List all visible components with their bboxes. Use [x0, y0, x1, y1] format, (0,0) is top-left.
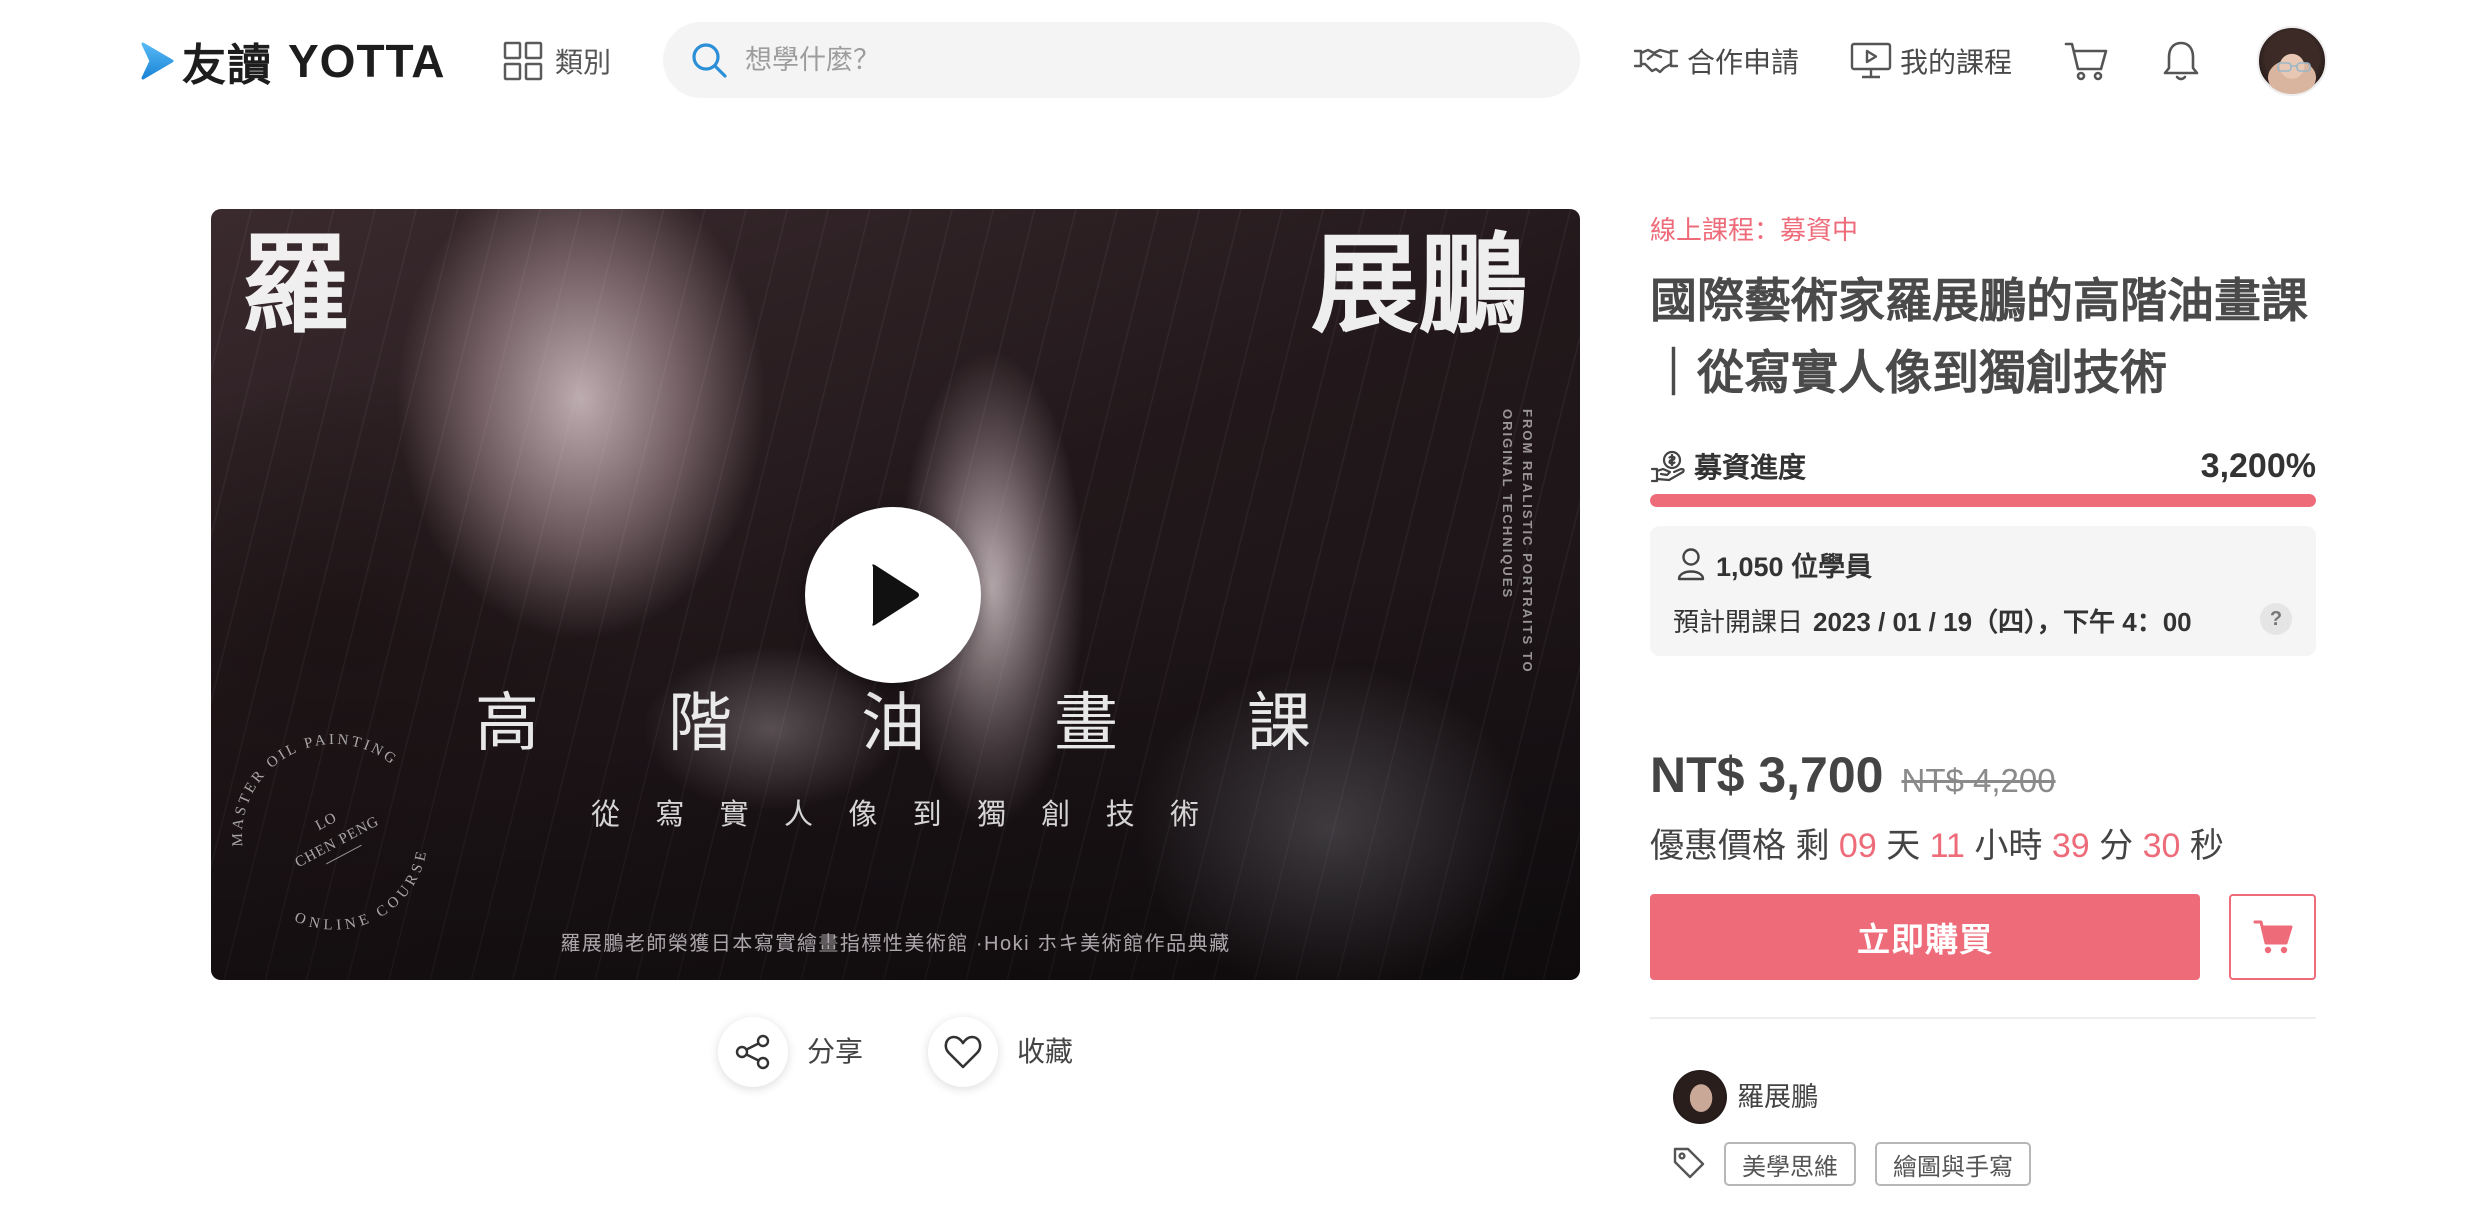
original-price: NT$ 4,200 — [1901, 762, 2056, 799]
my-courses-label: 我的課程 — [1900, 47, 2013, 78]
video-side-text-line: ORIGINAL TECHNIQUES — [1500, 409, 1515, 600]
video-main-title-char: 高 — [475, 688, 539, 759]
video-subtitle-char: 人 — [783, 799, 813, 831]
course-title: 國際藝術家羅展鵬的高階油畫課｜從寫實人像到獨創技術 — [1650, 274, 2308, 399]
video-title-right: 展鵬 — [1311, 227, 1528, 346]
countdown-label: 優惠價格 剩 — [1650, 827, 1830, 865]
funding-percent: 3,200% — [2200, 446, 2316, 485]
start-date-label: 預計開課日 — [1673, 606, 1804, 637]
share-label[interactable]: 分享 — [807, 1034, 863, 1070]
course-info-box: 1,050 位學員 預計開課日 2023 / 01 / 19（四），下午 4：0… — [1650, 526, 2316, 656]
tag-chip[interactable]: 美學思維 — [1724, 1142, 1856, 1186]
course-status: 線上課程：募資中 — [1650, 215, 1859, 245]
countdown-days-unit: 天 — [1886, 827, 1921, 865]
discount-countdown: 優惠價格 剩 09 天 11 小時 39 分 30 秒 — [1650, 826, 2224, 866]
partner-apply-link[interactable]: 合作申請 — [1633, 40, 1799, 82]
course-video-player[interactable]: 羅 展鵬 FROM REALISTIC PORTRAITS TO ORIGINA… — [211, 209, 1580, 980]
funding-progress-row: 募資進度 3,200% — [1650, 446, 2316, 486]
video-subtitle-char: 實 — [719, 799, 749, 831]
student-count-row: 1,050 位學員 — [1676, 546, 1872, 582]
cart-icon — [2064, 42, 2108, 81]
category-menu-button[interactable]: 類別 — [502, 40, 611, 82]
video-subtitle-char: 從 — [591, 799, 621, 831]
handshake-icon — [1633, 48, 1679, 74]
person-icon — [1677, 548, 1705, 581]
avatar-glasses-graphic — [2277, 62, 2311, 72]
heart-icon — [944, 1035, 982, 1069]
share-button[interactable] — [718, 1017, 788, 1087]
tag-chip[interactable]: 繪圖與手寫 — [1875, 1142, 2031, 1186]
play-button[interactable] — [805, 507, 981, 683]
video-subtitle-char: 像 — [848, 799, 878, 831]
search-input[interactable] — [743, 43, 1543, 77]
partner-apply-label: 合作申請 — [1687, 47, 1800, 78]
funding-label: 募資進度 — [1694, 452, 1807, 483]
student-count: 1,050 位學員 — [1716, 551, 1873, 582]
funding-hand-coin-icon — [1650, 450, 1685, 483]
video-subtitle-char: 寫 — [655, 799, 685, 831]
video-subtitle-char: 創 — [1041, 799, 1071, 831]
seal-top-arc: MASTER OIL PAINTING — [219, 721, 404, 853]
header-cart-button[interactable] — [2064, 40, 2110, 82]
play-icon — [872, 564, 919, 626]
instructor-name[interactable]: 羅展鵬 — [1737, 1080, 1818, 1114]
bell-icon — [2163, 41, 2199, 81]
funding-progress-fill — [1650, 494, 2316, 507]
video-side-text-line: FROM REALISTIC PORTRAITS TO — [1520, 409, 1535, 674]
seal-top-text: MASTER OIL PAINTING — [219, 721, 404, 853]
category-label: 類別 — [555, 47, 612, 78]
start-date-row: 預計開課日 2023 / 01 / 19（四），下午 4：00 — [1673, 602, 2192, 638]
video-main-title: 高 階 油 畫 課 — [475, 684, 1311, 764]
buy-now-button[interactable]: 立即購買 — [1650, 894, 2200, 980]
video-main-title-char: 課 — [1247, 688, 1311, 759]
video-main-title-char: 階 — [668, 688, 732, 759]
countdown-seconds-unit: 秒 — [2189, 827, 2224, 865]
video-main-title-char: 油 — [861, 688, 925, 759]
favorite-label[interactable]: 收藏 — [1017, 1034, 1073, 1070]
countdown-seconds: 30 — [2142, 827, 2181, 865]
video-subtitle-char: 術 — [1169, 799, 1199, 831]
start-date-help-button[interactable]: ? — [2260, 603, 2292, 635]
countdown-days: 09 — [1838, 827, 1877, 865]
countdown-minutes: 39 — [2051, 827, 2090, 865]
favorite-button[interactable] — [928, 1017, 998, 1087]
my-courses-link[interactable]: 我的課程 — [1850, 40, 2012, 82]
yotta-logo-icon — [141, 42, 174, 80]
logo-text-cn: 友讀 — [182, 41, 272, 90]
site-logo[interactable]: 友讀 YOTTA — [140, 34, 446, 90]
add-to-cart-button[interactable] — [2229, 894, 2316, 980]
video-subtitle: 從 寫 實 人 像 到 獨 創 技 術 — [591, 797, 1199, 833]
current-price: NT$ 3,700 — [1650, 747, 1884, 803]
start-date-value: 2023 / 01 / 19（四），下午 4：00 — [1813, 606, 2192, 637]
countdown-hours-unit: 小時 — [1974, 827, 2043, 865]
video-title-left: 羅 — [241, 227, 350, 346]
share-icon — [735, 1034, 770, 1070]
video-side-text: FROM REALISTIC PORTRAITS TO ORIGINAL TEC… — [1497, 409, 1537, 709]
countdown-hours: 11 — [1929, 827, 1965, 865]
search-icon — [692, 43, 727, 78]
cart-filled-icon — [2253, 920, 2292, 954]
seal-name-line1: LO — [313, 810, 340, 834]
course-seal-emblem: MASTER OIL PAINTING ONLINE COURSE LO CHE… — [219, 721, 449, 951]
notification-button[interactable] — [2160, 39, 2202, 83]
video-main-title-char: 畫 — [1054, 688, 1118, 759]
user-avatar[interactable] — [2257, 26, 2327, 96]
funding-progress-bar — [1650, 494, 2316, 507]
logo-text-en: YOTTA — [288, 35, 446, 87]
instructor-avatar[interactable] — [1673, 1070, 1727, 1124]
screen-play-icon — [1850, 42, 1892, 79]
grid-icon — [503, 41, 543, 81]
video-subtitle-char: 技 — [1105, 799, 1135, 831]
section-divider — [1650, 1017, 2316, 1019]
tag-icon — [1673, 1147, 1705, 1179]
search-bar[interactable] — [663, 22, 1580, 98]
price-row: NT$ 3,700 NT$ 4,200 — [1650, 746, 2056, 808]
countdown-minutes-unit: 分 — [2099, 827, 2134, 865]
video-subtitle-char: 獨 — [976, 799, 1006, 831]
video-subtitle-char: 到 — [912, 799, 942, 831]
